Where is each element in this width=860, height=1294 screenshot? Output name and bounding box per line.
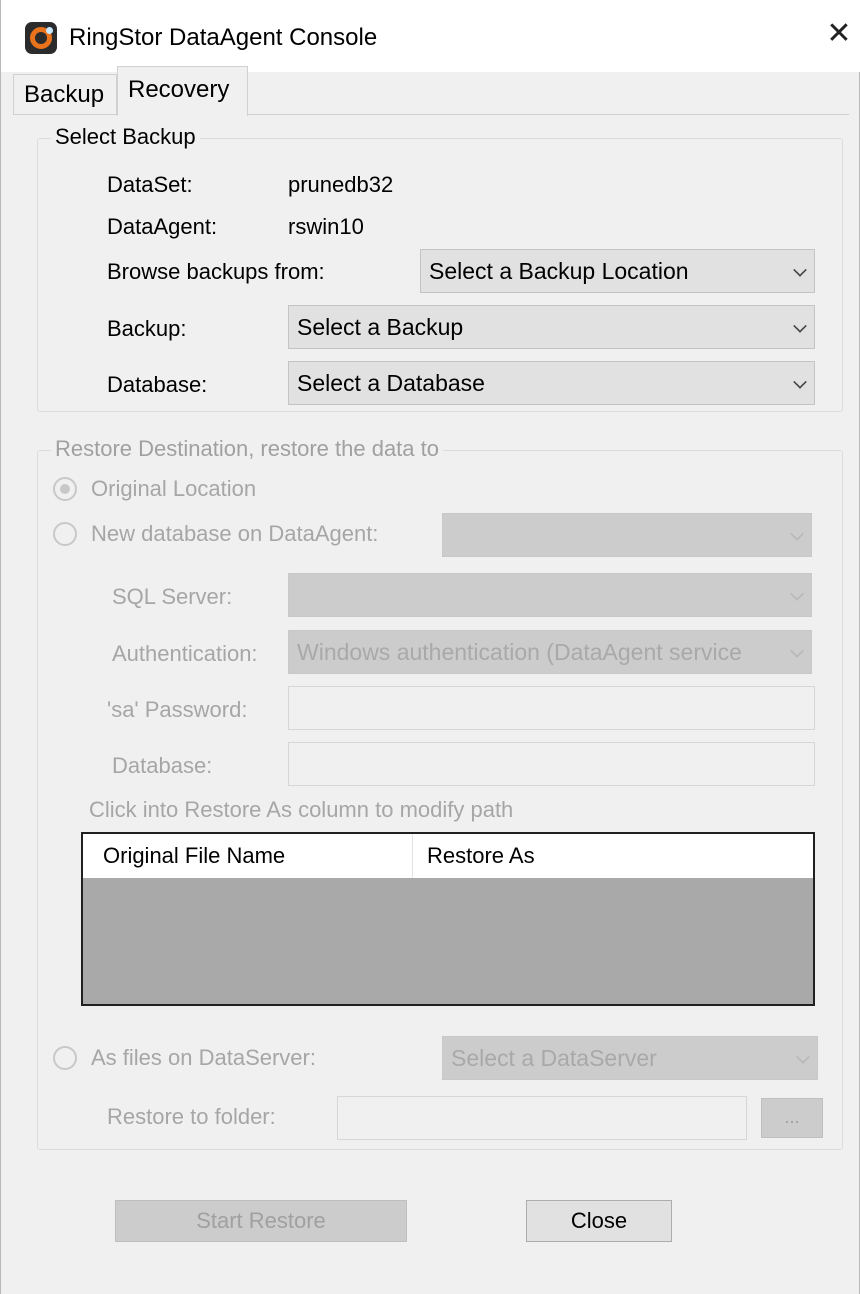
chevron-down-icon bbox=[793, 263, 807, 277]
start-restore-button[interactable]: Start Restore bbox=[115, 1200, 407, 1242]
new-database-radio[interactable] bbox=[53, 522, 77, 546]
table-header: Original File Name Restore As bbox=[83, 834, 813, 878]
chevron-down-icon bbox=[790, 644, 804, 658]
column-restore-as[interactable]: Restore As bbox=[413, 834, 813, 878]
backup-label: Backup: bbox=[107, 316, 187, 341]
restore-database-field[interactable] bbox=[288, 742, 815, 786]
app-window: RingStor DataAgent Console ✕ Backup Reco… bbox=[0, 0, 860, 1294]
backup-location-dropdown[interactable]: Select a Backup Location bbox=[420, 249, 815, 293]
chevron-down-icon bbox=[793, 375, 807, 389]
dataserver-value: Select a DataServer bbox=[451, 1045, 657, 1071]
sql-server-label: SQL Server: bbox=[112, 584, 233, 609]
authentication-value: Windows authentication (DataAgent servic… bbox=[297, 639, 742, 665]
database-value: Select a Database bbox=[297, 370, 485, 396]
backup-dropdown[interactable]: Select a Backup bbox=[288, 305, 815, 349]
dataagent-value: rswin10 bbox=[288, 214, 364, 239]
database-dropdown[interactable]: Select a Database bbox=[288, 361, 815, 405]
close-icon[interactable]: ✕ bbox=[823, 18, 855, 50]
select-backup-legend: Select Backup bbox=[51, 124, 200, 150]
new-database-label: New database on DataAgent: bbox=[91, 521, 379, 546]
authentication-dropdown[interactable]: Windows authentication (DataAgent servic… bbox=[288, 630, 812, 674]
restore-folder-field[interactable] bbox=[337, 1096, 747, 1140]
browse-backups-label: Browse backups from: bbox=[107, 259, 325, 284]
file-mapping-table[interactable]: Original File Name Restore As bbox=[81, 832, 815, 1006]
tab-backup[interactable]: Backup bbox=[13, 74, 117, 114]
original-location-radio[interactable] bbox=[53, 477, 77, 501]
chevron-down-icon bbox=[790, 527, 804, 541]
restore-folder-label: Restore to folder: bbox=[107, 1104, 276, 1129]
chevron-down-icon bbox=[793, 319, 807, 333]
browse-folder-button[interactable]: ... bbox=[761, 1098, 823, 1138]
sa-password-label: 'sa' Password: bbox=[107, 697, 248, 722]
sql-server-dropdown[interactable] bbox=[288, 573, 812, 617]
dataagent-dropdown[interactable] bbox=[442, 513, 812, 557]
backup-location-value: Select a Backup Location bbox=[429, 258, 689, 284]
restore-destination-legend: Restore Destination, restore the data to bbox=[51, 436, 443, 462]
sa-password-field[interactable] bbox=[288, 686, 815, 730]
dataserver-dropdown[interactable]: Select a DataServer bbox=[442, 1036, 818, 1080]
tab-recovery[interactable]: Recovery bbox=[117, 66, 248, 116]
dataset-value: prunedb32 bbox=[288, 172, 394, 197]
dataagent-label: DataAgent: bbox=[107, 214, 218, 239]
dataset-label: DataSet: bbox=[107, 172, 193, 197]
ringstor-app-icon bbox=[25, 22, 57, 54]
title-bar: RingStor DataAgent Console ✕ bbox=[1, 0, 860, 72]
restore-as-hint: Click into Restore As column to modify p… bbox=[89, 797, 514, 822]
column-original-file-name[interactable]: Original File Name bbox=[83, 834, 413, 878]
original-location-label: Original Location bbox=[91, 476, 257, 501]
restore-database-label: Database: bbox=[112, 753, 213, 778]
window-title: RingStor DataAgent Console bbox=[69, 24, 378, 51]
backup-value: Select a Backup bbox=[297, 314, 464, 340]
authentication-label: Authentication: bbox=[112, 641, 258, 666]
as-files-label: As files on DataServer: bbox=[91, 1045, 316, 1070]
chevron-down-icon bbox=[796, 1050, 810, 1064]
as-files-radio[interactable] bbox=[53, 1046, 77, 1070]
database-label: Database: bbox=[107, 372, 208, 397]
chevron-down-icon bbox=[790, 587, 804, 601]
close-button[interactable]: Close bbox=[526, 1200, 672, 1242]
app-icon-dot bbox=[46, 27, 53, 34]
